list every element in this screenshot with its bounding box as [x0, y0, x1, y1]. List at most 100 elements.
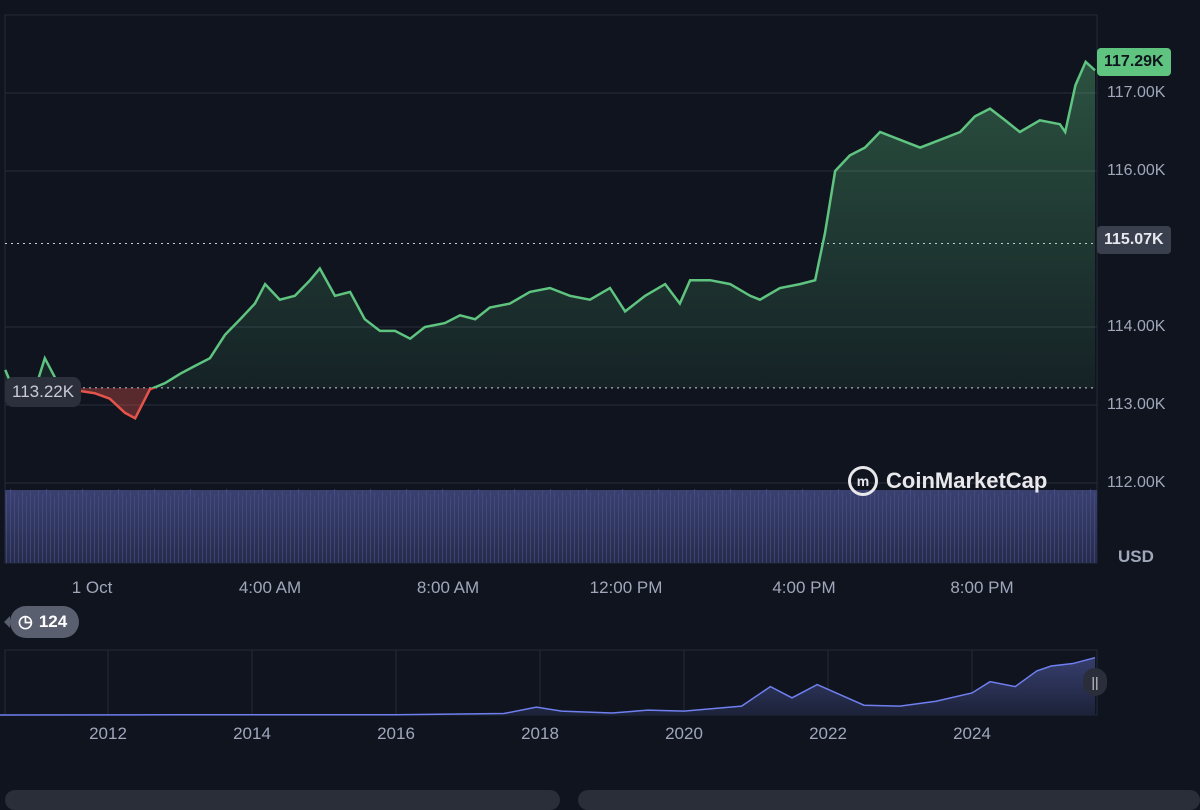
volume-bar — [714, 491, 715, 563]
up-area — [5, 61, 1096, 388]
volume-bar — [710, 496, 711, 563]
volume-bar — [626, 493, 627, 563]
volume-bar — [486, 497, 487, 563]
volume-bar — [790, 495, 791, 563]
volume-bar — [202, 492, 203, 563]
volume-bar — [70, 495, 71, 563]
x-tick-label: 12:00 PM — [589, 578, 663, 597]
volume-bar — [578, 490, 579, 563]
volume-bar — [466, 495, 467, 563]
volume-bar — [354, 491, 355, 563]
volume-bar — [306, 497, 307, 563]
volume-bar — [250, 495, 251, 563]
volume-bar — [342, 497, 343, 563]
volume-bar — [98, 496, 99, 563]
volume-bar — [1034, 496, 1035, 563]
volume-bar — [982, 489, 983, 563]
volume-bar — [242, 496, 243, 563]
volume-bar — [434, 490, 435, 563]
volume-bar — [474, 494, 475, 563]
navigator-handle[interactable]: || — [1083, 668, 1107, 696]
volume-bar — [986, 493, 987, 563]
volume-bar — [1050, 494, 1051, 563]
volume-bar — [850, 492, 851, 563]
volume-bar — [322, 495, 323, 563]
volume-bar — [926, 496, 927, 563]
volume-bar — [770, 493, 771, 563]
volume-bar — [1030, 492, 1031, 563]
volume-bar — [122, 493, 123, 563]
volume-bar — [410, 493, 411, 563]
volume-bar — [802, 489, 803, 563]
volume-bar — [78, 494, 79, 563]
volume-bar — [566, 496, 567, 563]
volume-bar — [1058, 493, 1059, 563]
volume-bar — [198, 497, 199, 563]
bottom-panel-left — [5, 790, 560, 810]
volume-bar — [310, 492, 311, 563]
volume-bar — [902, 490, 903, 563]
x-tick-label: 4:00 AM — [238, 578, 302, 597]
volume-bar — [542, 490, 543, 563]
volume-bar — [142, 495, 143, 563]
volume-bar — [514, 489, 515, 563]
volume-bar — [978, 494, 979, 563]
volume-bar — [970, 495, 971, 563]
volume-bar — [818, 496, 819, 563]
volume-bar — [762, 494, 763, 563]
volume-bar — [34, 495, 35, 563]
volume-bar — [138, 491, 139, 563]
volume-bar — [82, 489, 83, 563]
volume-bar — [330, 494, 331, 563]
volume-bar — [862, 495, 863, 563]
volume-bar — [874, 489, 875, 563]
volume-bar — [522, 497, 523, 563]
volume-bar — [614, 490, 615, 563]
volume-bar — [670, 492, 671, 563]
volume-bar — [222, 494, 223, 563]
volume-bar — [886, 492, 887, 563]
volume-bar — [554, 493, 555, 563]
volume-bar — [662, 493, 663, 563]
volume-bar — [366, 494, 367, 563]
volume-bar — [766, 489, 767, 563]
badge-count: 124 — [38, 612, 68, 631]
y-tick-label: 116.00K — [1107, 162, 1166, 179]
volume-bar — [974, 490, 975, 563]
navigator-tick-label: 2022 — [809, 724, 847, 743]
history-badge[interactable]: ◷ 124 — [3, 606, 80, 638]
volume-bar — [10, 489, 11, 563]
volume-bar — [350, 496, 351, 563]
navigator-tick-label: 2018 — [521, 724, 559, 743]
volume-bar — [610, 495, 611, 563]
volume-bar — [702, 497, 703, 563]
price-chart[interactable] — [0, 0, 1200, 800]
volume-bar — [1010, 490, 1011, 563]
volume-bar — [450, 497, 451, 563]
volume-bar — [742, 492, 743, 563]
volume-bar — [866, 490, 867, 563]
volume-bar — [378, 497, 379, 563]
volume-bar — [42, 494, 43, 563]
volume-bar — [510, 494, 511, 563]
volume-bar — [998, 496, 999, 563]
volume-bar — [954, 497, 955, 563]
volume-bar — [102, 491, 103, 563]
x-tick-label: 4:00 PM — [772, 578, 836, 597]
volume-bar — [934, 495, 935, 563]
volume-bar — [950, 493, 951, 563]
volume-bar — [478, 489, 479, 563]
volume-bar — [422, 496, 423, 563]
volume-bar — [170, 496, 171, 563]
volume-bar — [594, 497, 595, 563]
volume-bar — [822, 491, 823, 563]
currency-label: USD — [1118, 547, 1154, 566]
navigator-tick-label: 2014 — [233, 724, 271, 743]
navigator-tick-label: 2016 — [377, 724, 415, 743]
volume-bar — [1046, 490, 1047, 563]
volume-bar — [1038, 491, 1039, 563]
volume-bar — [46, 489, 47, 563]
volume-bar — [294, 494, 295, 563]
volume-bar — [498, 491, 499, 563]
volume-bar — [334, 489, 335, 563]
